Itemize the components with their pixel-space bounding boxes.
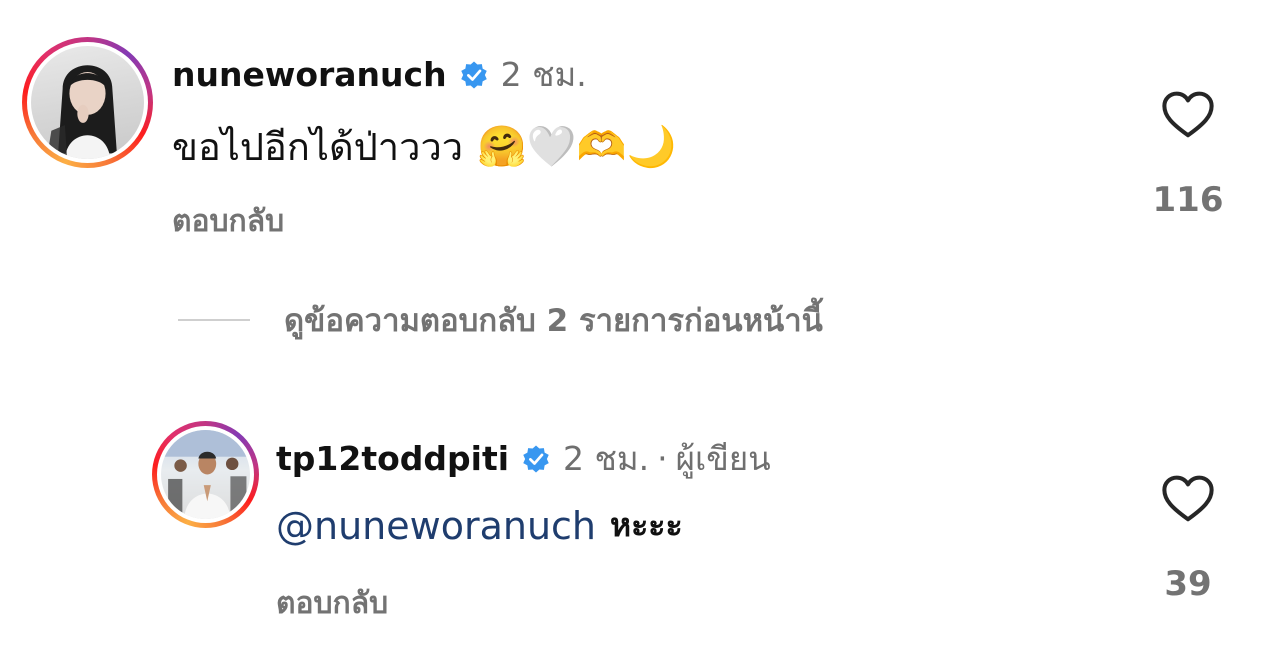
heart-icon[interactable] — [1161, 474, 1215, 524]
comment-text: ขอไปอีกได้ป่าววว — [172, 125, 464, 169]
like-count: 116 — [1152, 180, 1224, 220]
comment-body: ขอไปอีกได้ป่าววว 🤗🤍🫶🌙 — [172, 116, 676, 177]
profile-photo-man-icon — [161, 430, 250, 519]
username[interactable]: tp12toddpiti — [276, 439, 509, 478]
view-replies-label: ดูข้อความตอบกลับ 2 รายการก่อนหน้านี้ — [284, 303, 823, 339]
avatar-story-ring[interactable] — [22, 37, 153, 168]
avatar — [31, 46, 144, 159]
comment-body: @nuneworanuch หะะะ — [276, 500, 683, 551]
comment-header: tp12toddpiti 2 ชม. · ผู้เขียน — [276, 432, 771, 485]
separator-dot: · — [657, 439, 668, 478]
verified-badge-icon — [460, 61, 487, 88]
verified-badge-icon — [523, 445, 549, 472]
like-column: 116 — [1143, 90, 1233, 220]
comments-thread: nuneworanuch 2 ชม. ขอไปอีกได้ป่าววว 🤗🤍🫶🌙… — [0, 0, 1280, 650]
like-column: 39 — [1143, 474, 1233, 604]
timestamp: 2 ชม. — [500, 55, 587, 94]
reply-button[interactable]: ตอบกลับ — [172, 198, 284, 245]
view-previous-replies-button[interactable]: ดูข้อความตอบกลับ 2 รายการก่อนหน้านี้ — [178, 295, 823, 345]
author-label: ผู้เขียน — [675, 439, 771, 478]
comment-header: nuneworanuch 2 ชม. — [172, 48, 587, 101]
profile-photo-woman-icon — [46, 65, 117, 159]
avatar-story-ring[interactable] — [152, 421, 259, 528]
heart-icon[interactable] — [1161, 90, 1215, 140]
comment-text: หะะะ — [610, 506, 683, 544]
timestamp: 2 ชม. — [563, 439, 650, 478]
reply-button[interactable]: ตอบกลับ — [276, 580, 388, 627]
mention-link[interactable]: @nuneworanuch — [276, 504, 596, 548]
like-count: 39 — [1164, 564, 1212, 604]
avatar — [161, 430, 250, 519]
divider-line — [178, 319, 250, 321]
emoji-group: 🤗🤍🫶🌙 — [477, 124, 677, 170]
username[interactable]: nuneworanuch — [172, 55, 447, 94]
